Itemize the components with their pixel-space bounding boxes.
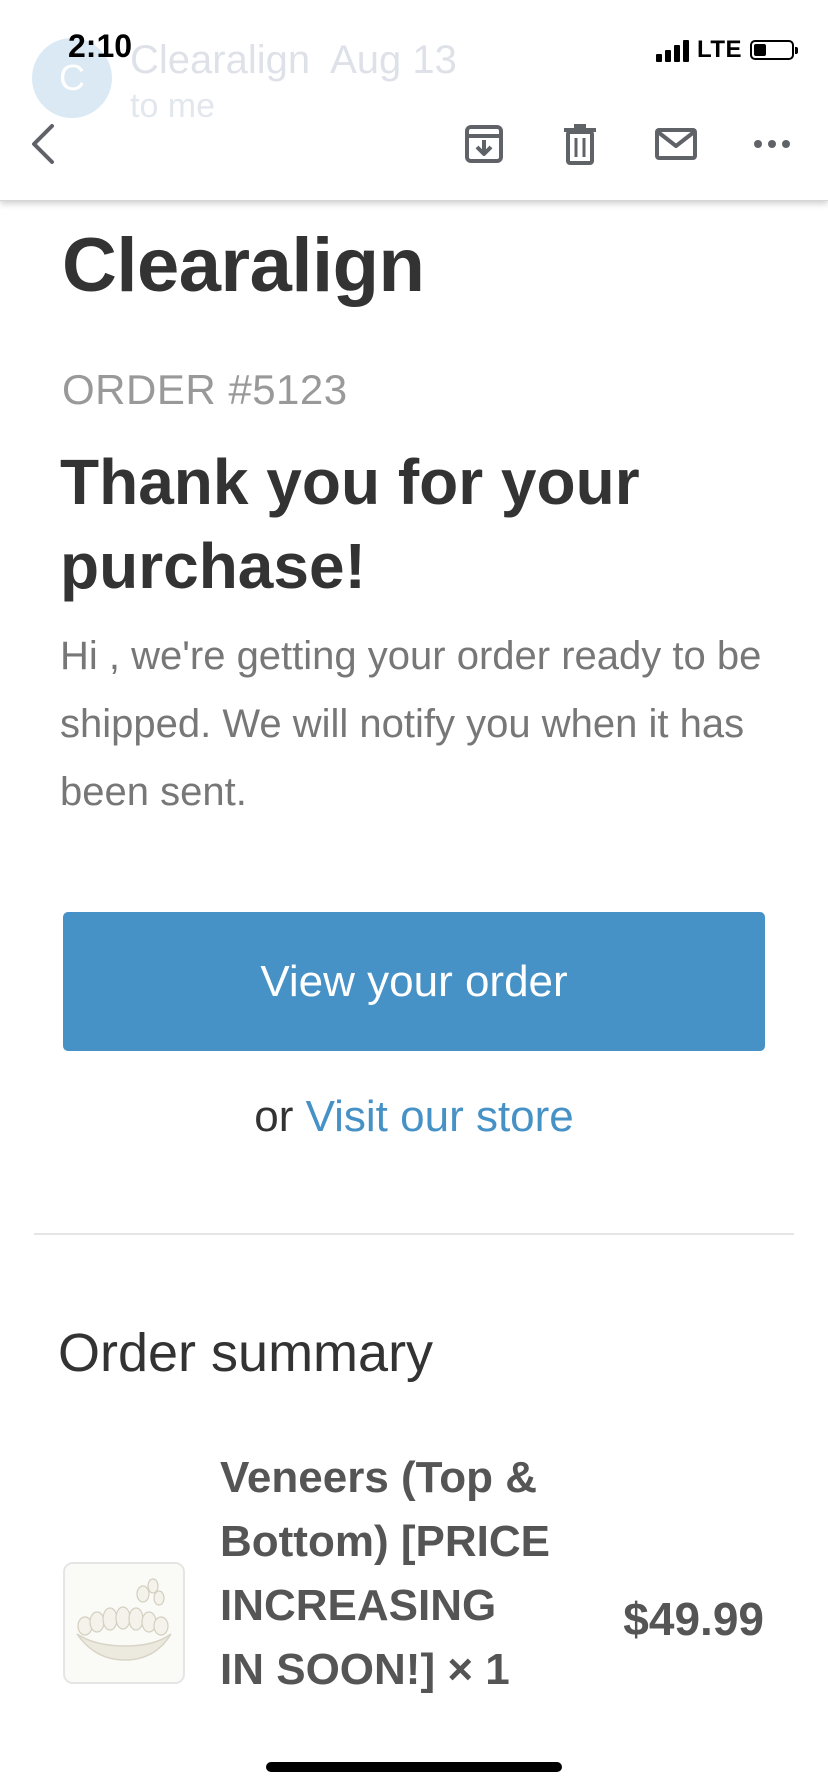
- signal-icon: [655, 38, 689, 62]
- recipient-label: to me: [130, 87, 216, 125]
- archive-icon: [465, 125, 503, 163]
- delete-button[interactable]: [548, 112, 612, 176]
- product-title: Veneers (Top & Bottom) [PRICE INCREASING…: [220, 1453, 550, 1694]
- status-time: 2:10: [68, 28, 133, 64]
- battery-icon: [750, 40, 798, 60]
- trash-icon: [564, 124, 596, 165]
- order-message: Hi , we're getting your order ready to b…: [60, 634, 762, 814]
- home-indicator[interactable]: [266, 1762, 562, 1772]
- store-name: Clearalign: [62, 223, 425, 308]
- back-icon: [32, 124, 54, 164]
- back-button[interactable]: [12, 112, 76, 176]
- archive-button[interactable]: [452, 112, 516, 176]
- thank-you-heading: Thank you for your purchase!: [60, 446, 640, 602]
- divider: [34, 1233, 794, 1235]
- visit-store-link[interactable]: Visit our store: [306, 1092, 574, 1141]
- order-summary-heading: Order summary: [58, 1323, 434, 1383]
- email-date: Aug 13: [330, 38, 457, 82]
- view-order-button[interactable]: View your order: [63, 912, 765, 1051]
- network-label: LTE: [696, 36, 742, 63]
- or-text: or: [254, 1092, 294, 1141]
- status-indicators: LTE: [655, 32, 798, 68]
- order-number: ORDER #5123: [62, 366, 348, 413]
- product-price: $49.99: [623, 1593, 764, 1645]
- more-icon: [754, 140, 790, 148]
- mark-unread-button[interactable]: [644, 112, 708, 176]
- top-bar: C Clearalign Aug 13 to me 2:10 LTE: [0, 0, 828, 201]
- more-options-button[interactable]: [740, 112, 804, 176]
- veneers-image: [65, 1564, 183, 1682]
- product-image: [63, 1562, 185, 1684]
- mail-icon: [655, 128, 697, 160]
- visit-store-line: or Visit our store: [0, 1092, 828, 1142]
- sender-name: Clearalign: [130, 38, 311, 82]
